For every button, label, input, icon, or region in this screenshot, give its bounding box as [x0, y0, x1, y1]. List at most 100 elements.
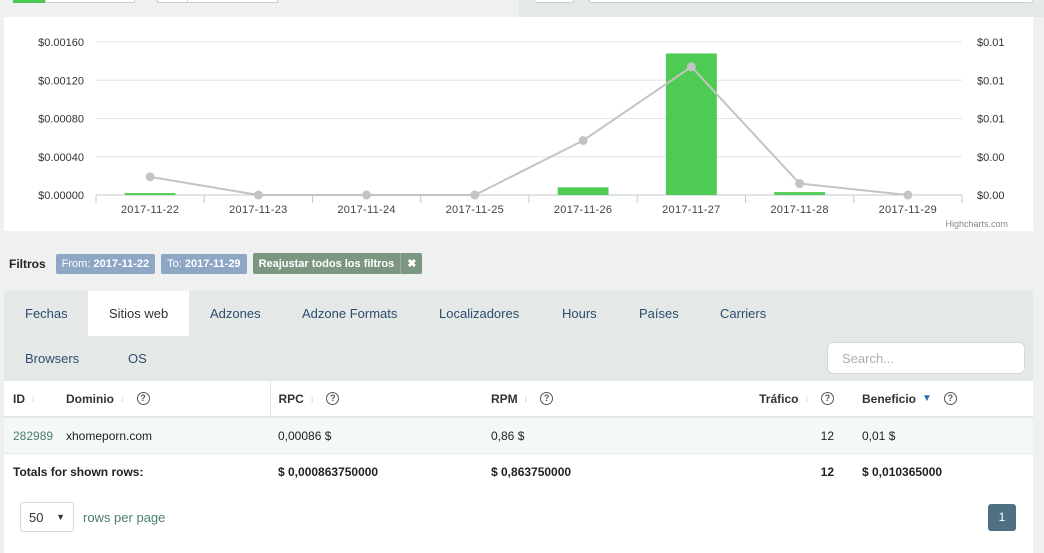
x-tick-label: 2017-11-23 — [229, 204, 287, 216]
rows-per-page: 50 ▼ rows per page — [20, 502, 165, 532]
x-tick-label: 2017-11-27 — [662, 204, 720, 216]
line-point — [686, 62, 696, 72]
col-id-header[interactable]: ID ↕ — [4, 381, 66, 418]
y-right-tick-label: $0.00 — [977, 152, 1005, 164]
col-rpm-header[interactable]: RPM ↕? — [482, 381, 722, 418]
y-right-tick-label: $0.01 — [977, 114, 1005, 126]
line-point — [145, 172, 155, 182]
from-filter-chip[interactable]: From: 2017-11-22 — [55, 253, 156, 274]
help-icon[interactable]: ? — [326, 392, 340, 405]
col-domain-header[interactable]: Dominio ↕? — [66, 381, 270, 418]
sort-desc-icon[interactable]: ▼ — [922, 393, 932, 404]
line-point — [470, 190, 480, 200]
row-id-link[interactable]: 282989 — [13, 429, 53, 443]
help-icon[interactable]: ? — [136, 392, 150, 405]
x-tick-label: 2017-11-22 — [121, 204, 179, 216]
x-tick-label: 2017-11-25 — [446, 204, 504, 216]
x-tick-label: 2017-11-26 — [554, 204, 612, 216]
report-panel: Fechas Sitios web Adzones Adzone Formats… — [4, 291, 1033, 553]
sort-icon[interactable]: ↕ — [120, 394, 125, 404]
filters-bar: Filtros From: 2017-11-22 To: 2017-11-29 … — [9, 253, 423, 274]
tab-adzone-formats[interactable]: Adzone Formats — [281, 291, 418, 336]
page-1-button[interactable]: 1 — [988, 504, 1016, 531]
y-left-tick-label: $0.00120 — [38, 75, 84, 87]
bar — [557, 187, 609, 195]
y-right-tick-label: $0.01 — [977, 75, 1005, 87]
tab-hours[interactable]: Hours — [541, 291, 618, 336]
from-filter-value: 2017-11-22 — [93, 257, 150, 270]
tab-localizadores[interactable]: Localizadores — [418, 291, 540, 336]
toolbar-input-1[interactable] — [45, 0, 135, 3]
totals-traffic: 12 — [820, 464, 834, 479]
sort-icon[interactable]: ↕ — [310, 394, 315, 404]
col-traffic-header[interactable]: Tráfico ↕? — [722, 381, 842, 418]
help-icon[interactable]: ? — [821, 392, 834, 405]
toolbar-right-area — [519, 0, 1044, 17]
tab-carriers[interactable]: Carriers — [699, 291, 787, 336]
line-point — [795, 179, 805, 189]
y-right-tick-label: $0.00 — [977, 190, 1005, 202]
row-rpm: 0,86 $ — [482, 417, 722, 454]
col-profit-label: Beneficio — [862, 391, 917, 406]
x-tick-label: 2017-11-28 — [770, 204, 828, 216]
bar — [665, 53, 717, 195]
line-point — [903, 190, 913, 200]
to-filter-chip[interactable]: To: 2017-11-29 — [161, 253, 247, 274]
toolbar-select[interactable] — [589, 0, 1033, 3]
col-rpc-label: RPC — [278, 391, 304, 406]
y-left-tick-label: $0.00080 — [38, 114, 84, 126]
toolbar-input-2a[interactable] — [157, 0, 189, 3]
y-left-tick-label: $0.00160 — [38, 37, 84, 49]
chevron-down-icon: ▼ — [56, 512, 65, 522]
series-line — [149, 65, 908, 196]
toolbar-input-2b[interactable] — [187, 0, 278, 3]
col-rpc-header[interactable]: RPC ↕? — [269, 381, 482, 418]
filters-label: Filtros — [9, 256, 46, 271]
close-icon[interactable]: ✖ — [400, 253, 422, 274]
chart-area: $0.00000 $0.00040 $0.00080 $0.00120 $0.00160… — [4, 17, 1033, 231]
col-id-label: ID — [13, 391, 25, 406]
tab-browsers[interactable]: Browsers — [4, 336, 100, 381]
totals-label: Totals for shown rows: — [13, 464, 144, 479]
sites-table: ID ↕ Dominio ↕? RPC ↕? RPM ↕? Tráfico ↕? Bene… — [4, 381, 1033, 489]
sort-icon[interactable]: ↕ — [805, 394, 810, 404]
tab-paises[interactable]: Países — [618, 291, 700, 336]
bar — [124, 193, 176, 195]
reset-filters-chip[interactable]: Reajustar todos los filtros ✖ — [252, 253, 423, 274]
x-tick-label: 2017-11-29 — [879, 204, 937, 216]
help-icon[interactable]: ? — [943, 392, 957, 405]
col-profit-header[interactable]: Beneficio ▼? — [842, 381, 1033, 418]
y-right-tick-label: $0.01 — [977, 37, 1005, 49]
totals-profit: $ 0,010365000 — [862, 464, 943, 479]
bar — [774, 192, 826, 195]
table-row[interactable]: 282989 xhomeporn.com 0,00086 $ 0,86 $ 12… — [4, 417, 1033, 454]
row-traffic: 12 — [722, 417, 842, 454]
rows-per-page-select[interactable]: 50 ▼ — [20, 502, 74, 532]
toolbar-accent — [13, 0, 47, 3]
tab-sitios-web[interactable]: Sitios web — [88, 291, 190, 336]
tab-adzones[interactable]: Adzones — [189, 291, 282, 336]
line-point — [578, 135, 588, 145]
to-filter-label: To: — [167, 257, 182, 270]
totals-rpm: $ 0,863750000 — [491, 464, 572, 479]
tab-fechas[interactable]: Fechas — [4, 291, 89, 336]
row-domain: xhomeporn.com — [66, 417, 270, 454]
line-point — [362, 190, 372, 200]
sort-icon[interactable]: ↕ — [31, 394, 36, 404]
search-input[interactable] — [827, 342, 1025, 374]
rows-per-page-value: 50 — [29, 509, 44, 525]
tab-os[interactable]: OS — [107, 336, 168, 381]
chart-credit: Highcharts.com — [945, 219, 1008, 229]
table-header-row: ID ↕ Dominio ↕? RPC ↕? RPM ↕? Tráfico ↕? Bene… — [4, 381, 1033, 418]
row-id[interactable]: 282989 — [4, 417, 66, 454]
row-rpc: 0,00086 $ — [270, 417, 482, 454]
top-toolbar-strip — [0, 0, 1044, 18]
toolbar-button[interactable] — [534, 0, 574, 3]
x-tick-label: 2017-11-24 — [337, 204, 395, 216]
rows-per-page-label: rows per page — [83, 509, 166, 525]
sort-icon[interactable]: ↕ — [524, 394, 529, 404]
col-rpm-label: RPM — [491, 391, 518, 406]
revenue-chart: $0.00000 $0.00040 $0.00080 $0.00120 $0.00160… — [38, 37, 1008, 229]
tab-bar: Fechas Sitios web Adzones Adzone Formats… — [4, 291, 1033, 381]
help-icon[interactable]: ? — [540, 392, 554, 405]
